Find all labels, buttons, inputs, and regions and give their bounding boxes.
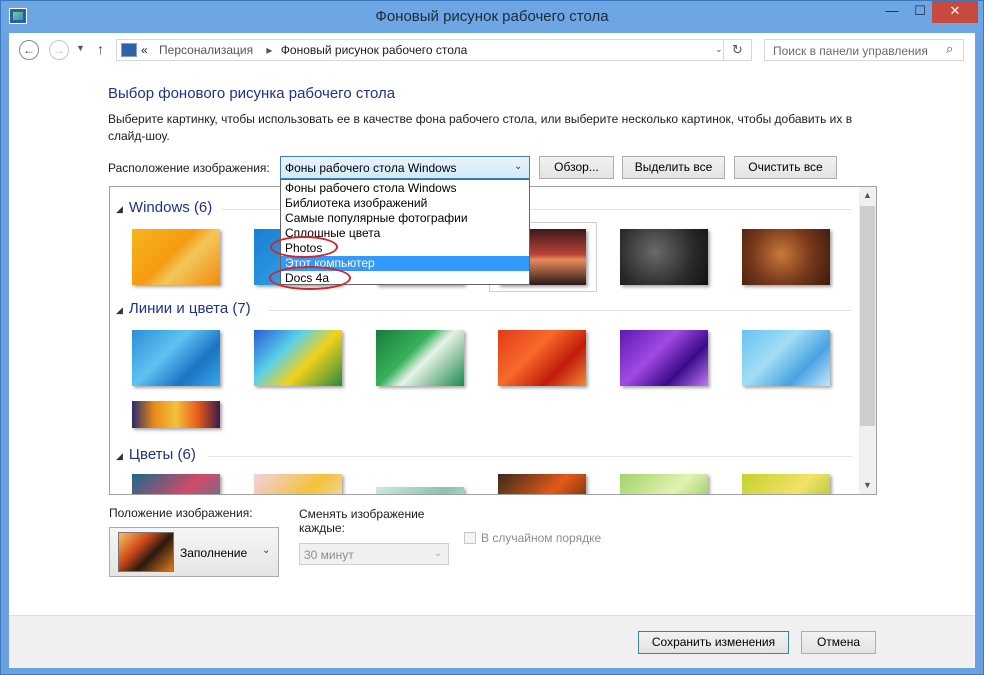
picture-location-select[interactable]: Фоны рабочего стола Windows ⌄ bbox=[280, 156, 530, 179]
annotation-circle bbox=[270, 236, 338, 258]
client-area: ← → ▼ ↑ « Персонализация ▸ Фоновый рисун… bbox=[9, 33, 975, 668]
window-title: Фоновый рисунок рабочего стола bbox=[375, 8, 609, 25]
control-panel-icon bbox=[121, 43, 137, 57]
wallpaper-thumbnail[interactable] bbox=[620, 229, 708, 285]
page-description: Выберите картинку, чтобы использовать ее… bbox=[108, 112, 853, 143]
divider bbox=[208, 456, 852, 457]
chevron-down-icon: ⌄ bbox=[514, 161, 523, 172]
picture-location-value: Фоны рабочего стола Windows bbox=[285, 161, 457, 175]
chevron-down-icon[interactable]: ⌄ bbox=[715, 44, 723, 55]
save-changes-button[interactable]: Сохранить изменения bbox=[638, 631, 789, 654]
dropdown-option[interactable]: Библиотека изображений bbox=[281, 196, 529, 211]
breadcrumb-item[interactable]: Персонализация bbox=[159, 43, 253, 57]
address-bar[interactable]: « Персонализация ▸ Фоновый рисунок рабоч… bbox=[116, 39, 724, 61]
window: Фоновый рисунок рабочего стола — ☐ ✕ ← →… bbox=[0, 0, 984, 675]
search-placeholder: Поиск в панели управления bbox=[773, 44, 928, 58]
collapse-arrow-icon: ◢ bbox=[116, 305, 123, 315]
close-button[interactable]: ✕ bbox=[932, 1, 978, 23]
dropdown-option[interactable]: Фоны рабочего стола Windows bbox=[281, 181, 529, 196]
wallpaper-thumbnail[interactable] bbox=[498, 330, 586, 386]
breadcrumb-item[interactable]: Фоновый рисунок рабочего стола bbox=[281, 43, 468, 57]
maximize-button[interactable]: ☐ bbox=[906, 1, 934, 23]
wallpaper-thumbnail[interactable] bbox=[132, 474, 220, 494]
browse-button[interactable]: Обзор... bbox=[539, 156, 614, 179]
chevron-down-icon: ⌄ bbox=[434, 548, 443, 559]
wallpaper-thumbnail[interactable] bbox=[742, 229, 830, 285]
change-interval-label: Сменять изображение каждые: bbox=[299, 507, 425, 535]
recent-locations-icon[interactable]: ▼ bbox=[76, 43, 85, 53]
breadcrumb-separator-icon[interactable]: ▸ bbox=[266, 43, 272, 57]
scroll-up-icon[interactable]: ▲ bbox=[859, 187, 876, 204]
picture-position-label: Положение изображения: bbox=[109, 506, 253, 520]
title-bar: Фоновый рисунок рабочего стола — ☐ ✕ bbox=[1, 1, 983, 33]
wallpaper-thumbnail[interactable] bbox=[254, 330, 342, 386]
cancel-button[interactable]: Отмена bbox=[801, 631, 876, 654]
scroll-down-icon[interactable]: ▼ bbox=[859, 477, 876, 494]
wallpaper-thumbnail[interactable] bbox=[132, 401, 220, 428]
collapse-arrow-icon: ◢ bbox=[116, 451, 123, 461]
wallpaper-thumbnail[interactable] bbox=[132, 330, 220, 386]
picture-location-label: Расположение изображения: bbox=[108, 161, 270, 175]
divider bbox=[268, 310, 852, 311]
picture-position-select[interactable]: Заполнение ⌄ bbox=[109, 527, 279, 577]
picture-position-value: Заполнение bbox=[180, 546, 248, 560]
position-preview-thumbnail bbox=[118, 532, 174, 572]
shuffle-checkbox[interactable] bbox=[464, 532, 476, 544]
back-icon[interactable]: ← bbox=[19, 40, 39, 60]
breadcrumb-overflow-icon[interactable]: « bbox=[141, 43, 148, 57]
wallpaper-thumbnail[interactable] bbox=[254, 474, 342, 494]
up-arrow-icon[interactable]: ↑ bbox=[97, 41, 104, 57]
clear-all-button[interactable]: Очистить все bbox=[734, 156, 837, 179]
dropdown-option[interactable]: Самые популярные фотографии bbox=[281, 211, 529, 226]
wallpaper-thumbnail[interactable] bbox=[132, 229, 220, 285]
wallpaper-thumbnail[interactable] bbox=[620, 330, 708, 386]
group-header-lines-and-colors[interactable]: ◢ Линии и цвета (7) bbox=[116, 300, 251, 317]
annotation-circle bbox=[269, 266, 351, 290]
change-interval-value: 30 минут bbox=[304, 548, 354, 562]
minimize-button[interactable]: — bbox=[878, 1, 906, 23]
wallpaper-thumbnail[interactable] bbox=[742, 330, 830, 386]
search-icon[interactable]: ⌕ bbox=[946, 41, 953, 57]
page-title: Выбор фонового рисунка рабочего стола bbox=[108, 85, 396, 102]
wallpaper-thumbnail[interactable] bbox=[376, 487, 464, 494]
wallpaper-thumbnail[interactable] bbox=[376, 330, 464, 386]
shuffle-label: В случайном порядке bbox=[481, 531, 602, 545]
collapse-arrow-icon: ◢ bbox=[116, 204, 123, 214]
search-input[interactable]: Поиск в панели управления ⌕ bbox=[764, 39, 964, 61]
group-header-flowers[interactable]: ◢ Цветы (6) bbox=[116, 446, 196, 463]
forward-icon[interactable]: → bbox=[49, 40, 69, 60]
wallpaper-thumbnail[interactable] bbox=[620, 474, 708, 494]
footer: Сохранить изменения Отмена bbox=[9, 615, 975, 668]
wallpaper-thumbnail[interactable] bbox=[498, 474, 586, 494]
refresh-icon[interactable]: ↻ bbox=[724, 39, 752, 61]
navigation-bar: ← → ▼ ↑ « Персонализация ▸ Фоновый рисун… bbox=[9, 33, 975, 67]
wallpaper-thumbnail[interactable] bbox=[742, 474, 830, 494]
chevron-down-icon: ⌄ bbox=[262, 545, 271, 556]
scrollbar-thumb[interactable] bbox=[860, 206, 875, 426]
vertical-scrollbar[interactable]: ▲ ▼ bbox=[859, 187, 876, 494]
group-header-windows[interactable]: ◢ Windows (6) bbox=[116, 199, 212, 216]
breadcrumb: « Персонализация ▸ Фоновый рисунок рабоч… bbox=[141, 43, 467, 57]
change-interval-select[interactable]: 30 минут ⌄ bbox=[299, 543, 449, 565]
select-all-button[interactable]: Выделить все bbox=[622, 156, 725, 179]
